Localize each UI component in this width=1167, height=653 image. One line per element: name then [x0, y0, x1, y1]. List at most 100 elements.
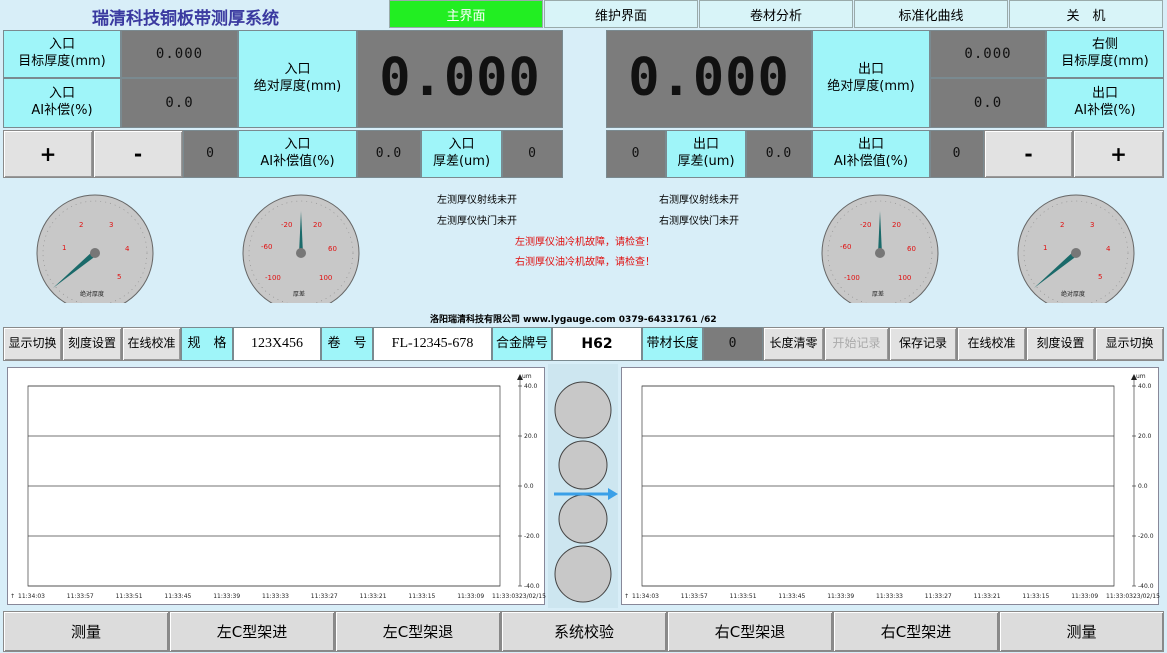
x-tick-label: 11:33:0323/02/15 [492, 593, 546, 600]
left-measure-button[interactable]: 测量 [3, 611, 169, 652]
gauge-tick: -20 [860, 221, 871, 229]
right-abs-value: 0.000 [606, 30, 812, 128]
right-target-value[interactable]: 0.000 [930, 30, 1046, 78]
right-online-calib-button[interactable]: 在线校准 [957, 327, 1026, 361]
left-abs-thickness-gauge: 1 2 3 4 5 绝对厚度 [36, 194, 154, 303]
x-tick-label: 11:33:33 [876, 593, 903, 600]
left-diff-gauge: -100 -60 -20 20 60 100 厚差 [242, 194, 360, 303]
y-tick-label: 0.0 [524, 483, 534, 490]
gauge-tick: -100 [844, 274, 860, 282]
tab-coil-analysis[interactable]: 卷材分析 [699, 0, 853, 28]
y-tick-label: -20.0 [1138, 533, 1154, 540]
spec-value[interactable]: 123X456 [233, 327, 321, 361]
x-tick-label: 11:34:03 [632, 593, 659, 600]
gauge-tick: 1 [1043, 244, 1047, 252]
y-tick-label: -40.0 [524, 583, 540, 590]
gauge-tick: 20 [892, 221, 901, 229]
gauge-tick: -20 [281, 221, 292, 229]
right-abs-thickness-gauge: 1 2 3 4 5 绝对厚度 [1017, 194, 1135, 303]
gauge-tick: 4 [1106, 245, 1111, 253]
save-record-button[interactable]: 保存记录 [889, 327, 957, 361]
left-target-label: 入口 目标厚度(mm) [3, 30, 121, 78]
right-plus-button[interactable]: + [1073, 130, 1164, 178]
right-ai-value[interactable]: 0.0 [930, 78, 1046, 128]
x-tick-label: 11:33:15 [1022, 593, 1049, 600]
roller-icon [554, 545, 612, 603]
right-step-value[interactable]: 0 [930, 130, 984, 178]
left-online-calib-button[interactable]: 在线校准 [122, 327, 181, 361]
right-c-frame-in-button[interactable]: 右C型架进 [833, 611, 999, 652]
gauge-tick: 5 [1098, 273, 1102, 281]
right-display-switch-button[interactable]: 显示切换 [1095, 327, 1164, 361]
coil-value[interactable]: FL-12345-678 [373, 327, 492, 361]
left-ai-comp-value[interactable]: 0.0 [357, 130, 421, 178]
right-diff-gauge: -100 -60 -20 20 60 100 厚差 [821, 194, 939, 303]
right-target-label: 右侧 目标厚度(mm) [1046, 30, 1164, 78]
x-tick-label: 11:33:45 [164, 593, 191, 600]
alloy-label: 合金牌号 [492, 327, 552, 361]
gauge-tick: 2 [1060, 221, 1064, 229]
length-label: 带材长度 [642, 327, 703, 361]
left-ai-value[interactable]: 0.0 [121, 78, 238, 128]
y-tick-label: -20.0 [524, 533, 540, 540]
x-tick-label: 11:33:21 [360, 593, 387, 600]
gauge-tick: 4 [125, 245, 130, 253]
right-ai-comp-value[interactable]: 0.0 [746, 130, 812, 178]
x-tick-label: 11:33:21 [974, 593, 1001, 600]
x-tick-label: 11:33:39 [213, 593, 240, 600]
system-check-button[interactable]: 系统校验 [501, 611, 667, 652]
gauge-tick: 3 [109, 221, 113, 229]
start-record-button[interactable]: 开始记录 [824, 327, 889, 361]
gauge-label: 厚差 [293, 290, 305, 298]
x-axis-arrow-icon: ↑ [10, 593, 15, 600]
length-value: 0 [703, 327, 763, 361]
y-tick-label: 20.0 [1138, 433, 1152, 440]
y-unit-label: um [522, 373, 532, 380]
left-minus-button[interactable]: - [93, 130, 183, 178]
gauge-tick: 100 [898, 274, 911, 282]
left-scale-setting-button[interactable]: 刻度设置 [62, 327, 122, 361]
right-minus-button[interactable]: - [984, 130, 1073, 178]
gauge-tick: 20 [313, 221, 322, 229]
gauge-tick: 2 [79, 221, 83, 229]
tab-standard-curve[interactable]: 标准化曲线 [854, 0, 1008, 28]
x-tick-label: 11:33:57 [67, 593, 94, 600]
left-plus-button[interactable]: + [3, 130, 93, 178]
gauge-tick: 1 [62, 244, 66, 252]
x-tick-label: 11:34:03 [18, 593, 45, 600]
left-step-value[interactable]: 0 [183, 130, 238, 178]
left-diff-label: 入口 厚差(um) [421, 130, 502, 178]
x-tick-label: 11:33:51 [116, 593, 143, 600]
y-tick-label: 0.0 [1138, 483, 1148, 490]
right-diff-left-value: 0 [606, 130, 666, 178]
company-info: 洛阳瑞清科技有限公司 www.lygauge.com 0379-64331761… [430, 315, 717, 325]
right-c-frame-out-button[interactable]: 右C型架退 [667, 611, 833, 652]
left-ai-comp-label: 入口 AI补偿值(%) [238, 130, 357, 178]
x-tick-label: 11:33:45 [778, 593, 805, 600]
left-c-frame-in-button[interactable]: 左C型架进 [169, 611, 335, 652]
x-tick-label: 11:33:09 [457, 593, 484, 600]
right-scale-setting-button[interactable]: 刻度设置 [1026, 327, 1095, 361]
left-target-value[interactable]: 0.000 [121, 30, 238, 78]
left-abs-label: 入口 绝对厚度(mm) [238, 30, 357, 128]
x-axis-arrow-icon: ↑ [624, 593, 629, 600]
right-trend-chart-svg: 40.0 20.0 0.0 -20.0 -40.0 um 11:34:03 11:33:57 1… [624, 373, 1160, 600]
left-display-switch-button[interactable]: 显示切换 [3, 327, 62, 361]
y-tick-label: 40.0 [524, 383, 538, 390]
x-tick-label: 11:33:51 [730, 593, 757, 600]
length-reset-button[interactable]: 长度清零 [763, 327, 824, 361]
gauge-tick: 60 [328, 245, 337, 253]
tab-main[interactable]: 主界面 [389, 0, 543, 28]
left-c-frame-out-button[interactable]: 左C型架退 [335, 611, 501, 652]
gauge-tick: 100 [319, 274, 332, 282]
tab-shutdown[interactable]: 关 机 [1009, 0, 1163, 28]
alloy-value[interactable]: H62 [552, 327, 642, 361]
app-title: 瑞清科技铜板带测厚系统 [92, 9, 279, 28]
x-tick-label: 11:33:57 [681, 593, 708, 600]
right-measure-button[interactable]: 测量 [999, 611, 1164, 652]
right-trend-chart: 40.0 20.0 0.0 -20.0 -40.0 um 11:34:03 11:33:57 1… [621, 367, 1160, 605]
y-tick-label: -40.0 [1138, 583, 1154, 590]
gauge-tick: 3 [1090, 221, 1094, 229]
tab-maintenance[interactable]: 维护界面 [544, 0, 698, 28]
y-unit-label: um [1136, 373, 1146, 380]
